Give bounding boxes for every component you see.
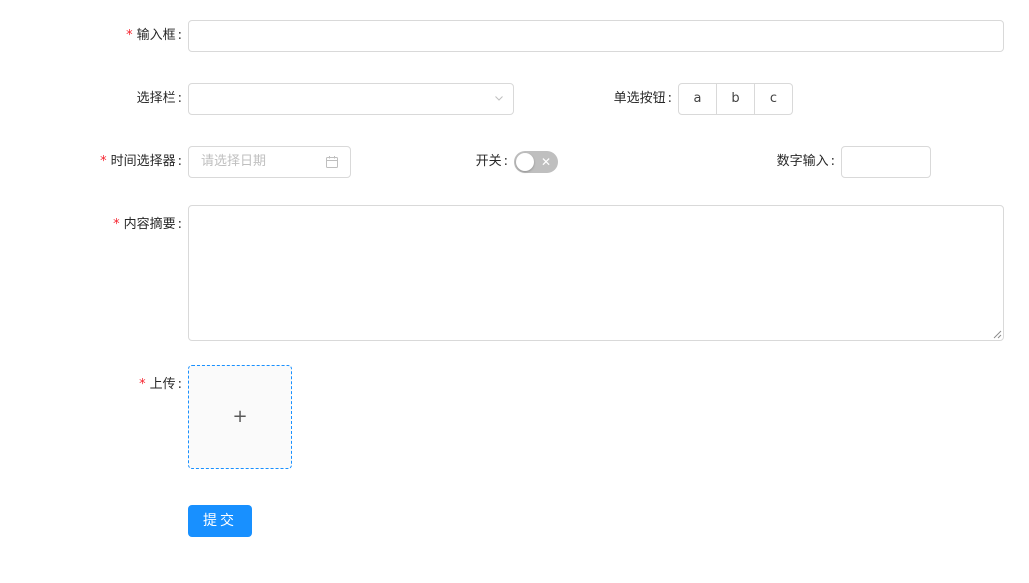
switch-field-label-text: 开关	[475, 154, 502, 169]
date-field-label-text: 时间选择器	[110, 154, 176, 169]
required-mark: *	[100, 154, 107, 169]
resize-handle-icon[interactable]	[993, 330, 1002, 339]
summary-field-label-text: 内容摘要	[123, 217, 176, 232]
select-dropdown[interactable]	[188, 83, 514, 115]
submit-button[interactable]: 提交	[188, 505, 252, 537]
upload-field-label-text: 上传	[149, 377, 176, 392]
upload-card[interactable]: +	[188, 365, 292, 469]
required-mark: *	[126, 28, 133, 43]
date-field-label: * 时间选择器:	[100, 154, 182, 169]
select-field-label: 选择栏:	[136, 91, 182, 106]
summary-textarea[interactable]	[188, 205, 1004, 341]
upload-field-label: * 上传:	[139, 377, 182, 392]
radio-button-c[interactable]: c	[755, 83, 793, 115]
number-field-label: 数字输入:	[776, 154, 835, 169]
radio-field-label-text: 单选按钮	[613, 91, 666, 106]
required-mark: *	[139, 377, 146, 392]
text-input[interactable]	[188, 20, 1004, 52]
switch-knob	[516, 153, 534, 171]
radio-button-group: a b c	[678, 83, 793, 115]
chevron-down-icon	[495, 96, 503, 101]
input-field-label-text: 输入框	[136, 28, 176, 43]
toggle-switch[interactable]: ✕	[514, 151, 558, 173]
date-picker[interactable]: 请选择日期	[188, 146, 351, 178]
radio-button-b[interactable]: b	[717, 83, 755, 115]
input-field-label: * 输入框:	[126, 28, 182, 43]
plus-icon: +	[232, 406, 248, 427]
switch-field-label: 开关:	[475, 154, 508, 169]
close-icon: ✕	[540, 155, 551, 169]
number-input[interactable]	[841, 146, 931, 178]
required-mark: *	[113, 217, 120, 232]
number-field-label-text: 数字输入	[776, 154, 829, 169]
summary-field-label: * 内容摘要:	[113, 217, 182, 232]
select-field-label-text: 选择栏	[136, 91, 176, 106]
date-picker-placeholder: 请选择日期	[201, 154, 267, 169]
calendar-icon	[326, 156, 338, 168]
radio-field-label: 单选按钮:	[613, 91, 672, 106]
radio-button-a[interactable]: a	[678, 83, 717, 115]
